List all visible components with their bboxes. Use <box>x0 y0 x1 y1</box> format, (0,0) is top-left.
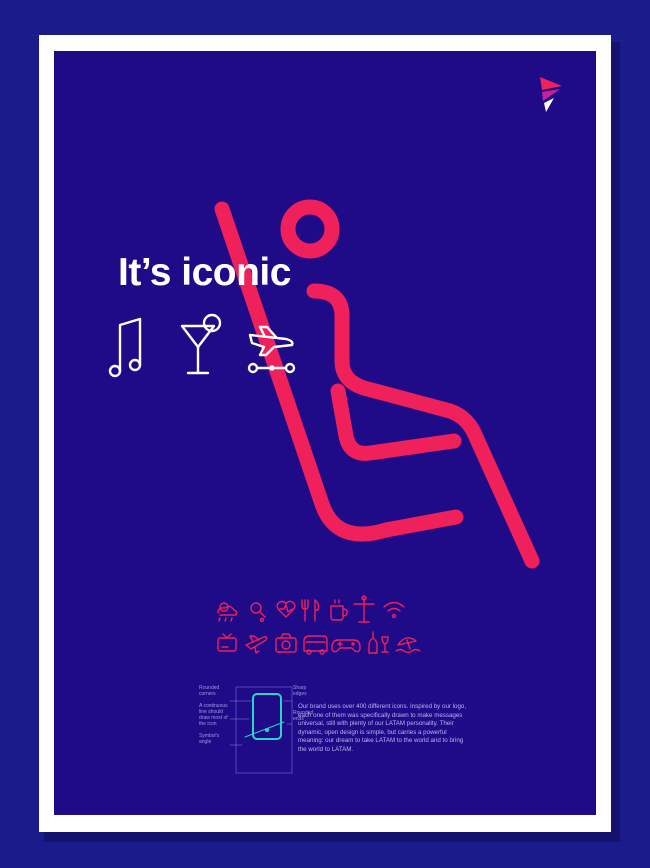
label-continuous-line: A continuous line should draw most of th… <box>199 703 228 727</box>
search-icon <box>250 602 266 623</box>
poster-art <box>108 77 562 774</box>
beach-icon <box>395 637 421 654</box>
body-text: Our brand uses over 400 different icons.… <box>298 703 467 753</box>
coffee-icon <box>330 599 348 621</box>
tv-icon <box>217 633 237 652</box>
page-title: It’s iconic <box>118 251 291 294</box>
label-symbols-angle: Symbol's angle <box>199 733 220 745</box>
plane-icon <box>245 635 268 654</box>
gamepad-icon <box>331 639 361 653</box>
cocktail-icon <box>180 313 222 375</box>
poster-frame: It’s iconic Rounded corners A continuous… <box>39 35 611 832</box>
dining-icon <box>301 599 320 622</box>
music-note-icon <box>108 317 142 378</box>
heart-icon <box>276 600 296 618</box>
weather-icon <box>217 602 238 622</box>
wifi-icon <box>383 601 405 619</box>
bus-icon <box>303 635 328 655</box>
icon-construction-diagram <box>229 686 293 774</box>
wine-icon <box>368 631 389 654</box>
label-sharp-edges: Sharp edges <box>293 685 307 697</box>
camera-icon <box>275 633 297 653</box>
latam-logo-icon <box>540 77 562 112</box>
label-rounded-corners: Rounded corners <box>199 685 220 697</box>
statue-icon <box>353 595 375 623</box>
poster: It’s iconic Rounded corners A continuous… <box>54 51 596 815</box>
